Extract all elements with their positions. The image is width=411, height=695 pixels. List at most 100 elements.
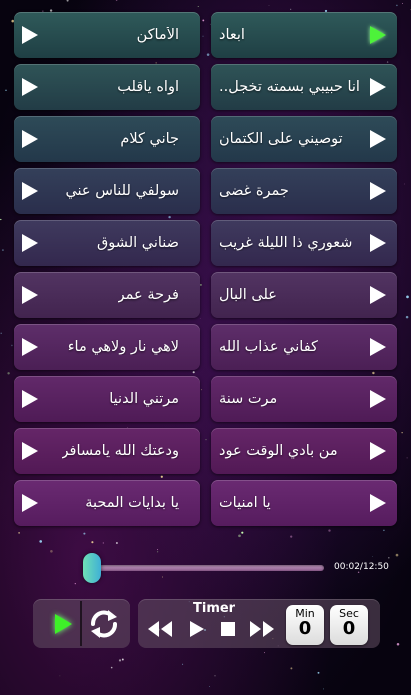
star: [238, 534, 241, 538]
song-item[interactable]: مرتني الدنيا: [14, 376, 200, 422]
star: [50, 550, 53, 553]
timer-play-button[interactable]: [188, 619, 206, 639]
song-title: مرتني الدنيا: [109, 391, 179, 407]
play-icon: [370, 494, 386, 512]
song-item[interactable]: سولفي للناس عني: [14, 168, 200, 214]
star: [66, 0, 69, 2]
play-button[interactable]: [45, 606, 81, 641]
star: [74, 582, 76, 585]
stop-button[interactable]: [219, 619, 237, 639]
song-title: كفاني عذاب الله: [219, 339, 318, 355]
star: [268, 5, 270, 6]
play-icon: [22, 182, 38, 200]
play-icon: [370, 26, 386, 44]
star: [157, 551, 159, 553]
song-item-active[interactable]: ابعاد: [211, 12, 397, 58]
seek-bar[interactable]: [88, 565, 324, 571]
star: [102, 542, 104, 544]
song-item[interactable]: فرحة عمر: [14, 272, 200, 318]
rewind-button[interactable]: [146, 619, 174, 639]
star: [395, 553, 399, 557]
song-title: جمرة غضى: [219, 183, 289, 199]
play-icon: [370, 78, 386, 96]
play-icon: [370, 182, 386, 200]
star: [388, 557, 390, 559]
seconds-counter[interactable]: Sec 0: [330, 605, 368, 645]
star: [403, 183, 405, 185]
song-item[interactable]: يا بدايات المحبة: [14, 480, 200, 526]
song-item[interactable]: جاني كلام: [14, 116, 200, 162]
star: [39, 540, 43, 543]
play-icon: [22, 78, 38, 96]
song-item[interactable]: يا امنيات: [211, 480, 397, 526]
star: [115, 541, 118, 545]
star: [290, 8, 292, 10]
repeat-button[interactable]: [85, 605, 123, 643]
song-item[interactable]: من بادي الوقت عود: [211, 428, 397, 474]
star: [406, 457, 408, 459]
song-title: يا امنيات: [219, 495, 271, 511]
star: [7, 372, 10, 375]
play-icon: [370, 442, 386, 460]
star: [1, 249, 4, 252]
timer-title: Timer: [193, 601, 236, 616]
star: [328, 529, 331, 532]
star: [91, 541, 94, 544]
song-item[interactable]: جمرة غضى: [211, 168, 397, 214]
song-title: ضناني الشوق: [97, 235, 179, 251]
song-title: يا بدايات المحبة: [85, 495, 179, 511]
song-item[interactable]: مرت سنة: [211, 376, 397, 422]
song-item[interactable]: الأماكن: [14, 12, 200, 58]
star: [372, 556, 373, 557]
star: [405, 315, 409, 319]
stop-icon: [221, 622, 235, 636]
song-item[interactable]: اواه ياقلب: [14, 64, 200, 110]
song-title: ودعتك الله يامسافر: [61, 443, 179, 459]
timer-panel: Timer Min 0 Sec 0: [138, 599, 380, 648]
song-grid: الأماكن ابعاد اواه ياقلب انا حبيبي بسمته…: [14, 12, 397, 526]
rewind-icon: [148, 621, 172, 637]
play-icon: [370, 234, 386, 252]
play-icon: [22, 494, 38, 512]
star: [59, 675, 61, 677]
star: [162, 576, 163, 578]
play-icon: [22, 286, 38, 304]
play-icon: [54, 613, 72, 634]
song-item[interactable]: شعوري ذا الليلة غريب: [211, 220, 397, 266]
seek-thumb[interactable]: [83, 553, 101, 583]
star: [83, 532, 86, 535]
song-title: انا حبيبي بسمته تخجل..: [219, 79, 360, 95]
song-title: سولفي للناس عني: [65, 183, 179, 199]
star: [0, 332, 2, 335]
song-title: مرت سنة: [219, 391, 278, 407]
star: [5, 89, 7, 91]
song-item[interactable]: ضناني الشوق: [14, 220, 200, 266]
play-icon: [22, 234, 38, 252]
playback-controls: [33, 599, 130, 648]
song-item[interactable]: كفاني عذاب الله: [211, 324, 397, 370]
minutes-counter[interactable]: Min 0: [286, 605, 324, 645]
song-title: توصيني على الكتمان: [219, 131, 343, 147]
star: [197, 6, 199, 7]
star: [11, 344, 13, 347]
play-icon: [370, 130, 386, 148]
play-icon: [370, 338, 386, 356]
play-icon: [22, 442, 38, 460]
fast-forward-button[interactable]: [248, 619, 276, 639]
time-readout: 00:02/12:50: [334, 562, 389, 572]
song-title: من بادي الوقت عود: [219, 443, 338, 459]
play-icon: [22, 390, 38, 408]
star: [18, 532, 20, 534]
star: [323, 688, 325, 690]
star: [401, 432, 403, 434]
song-title: فرحة عمر: [117, 287, 179, 303]
repeat-icon: [91, 610, 117, 638]
star: [118, 659, 122, 662]
song-item[interactable]: انا حبيبي بسمته تخجل..: [211, 64, 397, 110]
star: [290, 535, 293, 538]
divider: [80, 601, 82, 646]
song-item[interactable]: توصيني على الكتمان: [211, 116, 397, 162]
song-item[interactable]: لاهي نار ولاهي ماء: [14, 324, 200, 370]
song-item[interactable]: ودعتك الله يامسافر: [14, 428, 200, 474]
song-item[interactable]: على البال: [211, 272, 397, 318]
